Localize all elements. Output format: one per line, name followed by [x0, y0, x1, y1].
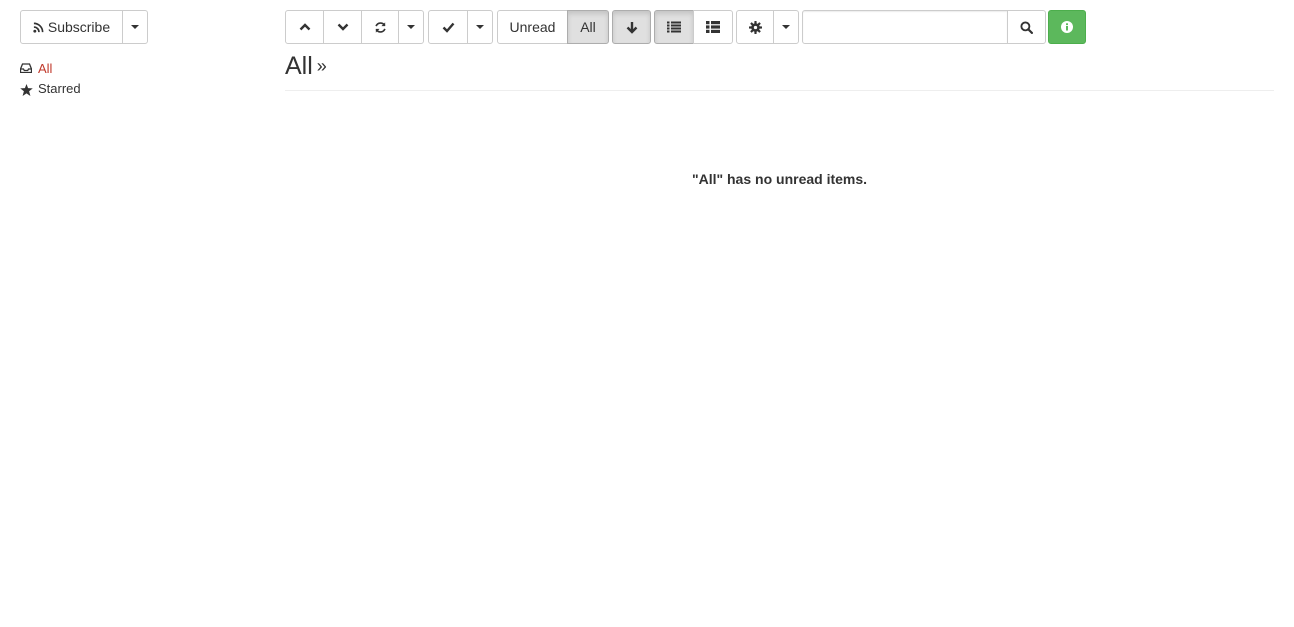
- mark-read-button[interactable]: [428, 10, 468, 44]
- settings-dropdown-button[interactable]: [773, 10, 799, 44]
- arrow-down-icon: [626, 21, 638, 34]
- previous-item-button[interactable]: [285, 10, 324, 44]
- chevron-down-icon: [337, 21, 349, 33]
- refresh-icon: [374, 21, 387, 34]
- filter-all-button[interactable]: All: [567, 10, 609, 44]
- sidebar: All Starred: [20, 58, 260, 98]
- filter-all-label: All: [580, 19, 596, 35]
- inbox-icon: [20, 63, 33, 73]
- caret-down-icon: [476, 25, 484, 29]
- sort-order-button[interactable]: [612, 10, 651, 44]
- search-icon: [1020, 20, 1033, 34]
- view-list-button[interactable]: [654, 10, 694, 44]
- subscribe-button[interactable]: Subscribe: [20, 10, 123, 44]
- caret-down-icon: [407, 25, 415, 29]
- sidebar-item-all[interactable]: All: [20, 58, 260, 78]
- page-title-text: All: [285, 52, 313, 80]
- refresh-dropdown-button[interactable]: [398, 10, 424, 44]
- caret-down-icon: [782, 25, 790, 29]
- th-list-icon: [706, 21, 720, 33]
- info-button[interactable]: [1048, 10, 1086, 44]
- chevron-up-icon: [299, 21, 311, 33]
- rss-icon: [33, 22, 44, 33]
- gear-icon: [748, 20, 762, 34]
- subscribe-dropdown-button[interactable]: [122, 10, 148, 44]
- sidebar-item-starred[interactable]: Starred: [20, 78, 260, 98]
- search-input[interactable]: [802, 10, 1008, 44]
- empty-message: "All" has no unread items.: [691, 171, 868, 187]
- subscribe-label: Subscribe: [47, 19, 111, 35]
- next-item-button[interactable]: [323, 10, 362, 44]
- title-separator: »: [316, 56, 327, 76]
- sidebar-item-label: All: [38, 60, 53, 76]
- filter-unread-label: Unread: [509, 19, 556, 35]
- page-title: All»: [285, 52, 327, 81]
- info-icon: [1061, 21, 1073, 33]
- refresh-button[interactable]: [361, 10, 399, 44]
- caret-down-icon: [131, 25, 139, 29]
- list-icon: [667, 21, 681, 33]
- check-icon: [442, 21, 455, 33]
- view-expanded-button[interactable]: [693, 10, 733, 44]
- settings-button[interactable]: [736, 10, 774, 44]
- search-button[interactable]: [1007, 10, 1046, 44]
- filter-unread-button[interactable]: Unread: [497, 10, 568, 44]
- sidebar-item-label: Starred: [38, 80, 81, 96]
- star-icon: [20, 81, 33, 96]
- mark-read-dropdown-button[interactable]: [467, 10, 493, 44]
- title-divider: [285, 90, 1274, 91]
